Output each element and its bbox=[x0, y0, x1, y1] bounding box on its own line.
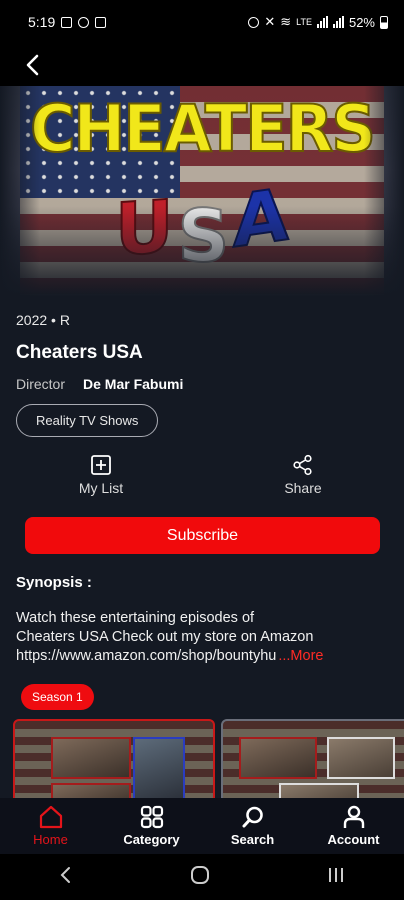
battery-icon bbox=[380, 15, 388, 29]
battery-level: 52% bbox=[348, 14, 375, 30]
status-time: 5:19 bbox=[28, 14, 56, 30]
episode-1-thumbnail-b bbox=[133, 737, 185, 798]
back-button[interactable] bbox=[18, 50, 48, 80]
grid-icon bbox=[140, 805, 163, 829]
share-icon bbox=[293, 454, 312, 476]
status-bar: 5:19 ✕ ≋ LTE 52% bbox=[0, 0, 404, 44]
mute-icon: ✕ bbox=[264, 14, 276, 29]
system-nav-bar bbox=[0, 854, 404, 900]
status-left: 5:19 bbox=[28, 14, 107, 30]
nav-category[interactable]: Category bbox=[101, 798, 202, 854]
action-row: My List Share bbox=[0, 454, 404, 496]
alarm-icon bbox=[248, 16, 260, 28]
nav-search-label: Search bbox=[230, 832, 275, 847]
synopsis-heading: Synopsis : bbox=[16, 574, 92, 591]
check-notification-icon bbox=[95, 16, 107, 28]
synopsis-line-2: Cheaters USA Check out my store on Amazo… bbox=[16, 629, 314, 645]
detail-content[interactable]: CHEATERS U S A 2022 • R Cheaters USA Dir… bbox=[0, 86, 404, 798]
show-poster: CHEATERS U S A bbox=[0, 86, 404, 296]
episode-card-1[interactable] bbox=[13, 719, 215, 798]
director-row: Director De Mar Fabumi bbox=[16, 376, 183, 392]
system-back-button[interactable] bbox=[59, 866, 73, 889]
nav-home[interactable]: Home bbox=[0, 798, 101, 854]
director-name: De Mar Fabumi bbox=[83, 376, 184, 392]
status-right: ✕ ≋ LTE 52% bbox=[248, 14, 388, 30]
wifi-icon: ≋ bbox=[280, 14, 292, 29]
genre-chip[interactable]: Reality TV Shows bbox=[16, 404, 159, 437]
nav-account-label: Account bbox=[327, 832, 380, 847]
subscribe-button[interactable]: Subscribe bbox=[25, 517, 380, 554]
back-arrow-icon bbox=[26, 54, 39, 76]
network-type: LTE bbox=[296, 17, 312, 27]
system-recents-button[interactable] bbox=[327, 866, 345, 889]
signal-2-icon bbox=[332, 16, 344, 28]
show-meta: 2022 • R bbox=[16, 312, 70, 328]
system-recents-icon bbox=[329, 867, 344, 882]
nav-home-label: Home bbox=[33, 832, 68, 847]
share-button[interactable]: Share bbox=[202, 454, 404, 496]
add-square-icon bbox=[91, 455, 111, 475]
my-list-label: My List bbox=[78, 480, 124, 496]
search-icon bbox=[242, 806, 263, 828]
poster-fade-bottom bbox=[0, 206, 404, 296]
top-bar bbox=[0, 44, 404, 86]
synopsis-text: Watch these entertaining episodes of Che… bbox=[16, 609, 390, 666]
nav-search[interactable]: Search bbox=[202, 798, 303, 854]
episode-2-thumbnail-b bbox=[327, 737, 395, 779]
share-label: Share bbox=[284, 480, 322, 496]
episode-1-thumbnail-a bbox=[51, 737, 131, 779]
system-home-button[interactable] bbox=[190, 865, 210, 890]
my-list-button[interactable]: My List bbox=[0, 454, 202, 496]
synopsis-line-3-row: https://www.amazon.com/shop/bountyhu ...… bbox=[16, 647, 390, 666]
signal-icon bbox=[316, 16, 328, 28]
synopsis-more-link[interactable]: ...More bbox=[278, 647, 323, 666]
episode-2-thumbnail-a bbox=[239, 737, 317, 779]
bottom-nav: Home Category Search Account bbox=[0, 798, 404, 854]
app-notification-icon bbox=[78, 16, 90, 28]
episode-card-2[interactable] bbox=[221, 719, 404, 798]
episode-list[interactable] bbox=[13, 719, 404, 798]
episode-1-thumbnail-c bbox=[51, 783, 131, 798]
person-icon bbox=[343, 805, 364, 828]
episode-2-thumbnail-c bbox=[279, 783, 359, 798]
synopsis-line-1: Watch these entertaining episodes of bbox=[16, 610, 255, 626]
home-icon bbox=[39, 805, 62, 829]
nav-category-label: Category bbox=[123, 832, 180, 847]
system-back-icon bbox=[60, 866, 70, 883]
gallery-notification-icon bbox=[61, 16, 73, 28]
show-title: Cheaters USA bbox=[16, 342, 143, 363]
nav-account[interactable]: Account bbox=[303, 798, 404, 854]
season-selector[interactable]: Season 1 bbox=[21, 684, 94, 710]
system-home-icon bbox=[190, 865, 209, 884]
synopsis-line-3: https://www.amazon.com/shop/bountyhu bbox=[16, 648, 277, 664]
director-label: Director bbox=[16, 376, 66, 392]
poster-title: CHEATERS bbox=[29, 89, 377, 168]
